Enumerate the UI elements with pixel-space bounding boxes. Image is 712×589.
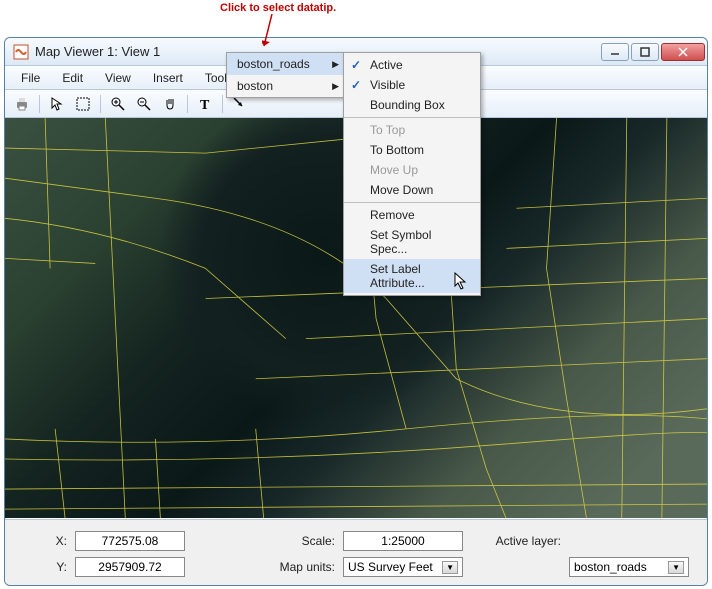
toolbar-separator	[39, 95, 40, 113]
layer-item-boston[interactable]: boston▶	[227, 75, 343, 97]
mapunits-select[interactable]: US Survey Feet▼	[343, 557, 463, 577]
menu-separator	[344, 117, 480, 118]
window-controls	[601, 43, 705, 61]
pointer-button[interactable]	[46, 93, 68, 115]
y-value[interactable]: 2957909.72	[75, 557, 185, 577]
menu-edit[interactable]: Edit	[52, 68, 93, 88]
text-button[interactable]: T	[194, 93, 216, 115]
submenu-arrow-icon: ▶	[332, 81, 339, 92]
svg-text:T: T	[200, 98, 210, 112]
scale-label: Scale:	[267, 534, 335, 548]
menu-remove[interactable]: Remove	[344, 205, 480, 225]
x-label: X:	[19, 534, 67, 548]
annotation-arrow	[262, 14, 282, 54]
menu-insert[interactable]: Insert	[143, 68, 193, 88]
select-area-button[interactable]	[72, 93, 94, 115]
zoom-out-button[interactable]	[133, 93, 155, 115]
menu-separator	[344, 202, 480, 203]
dropdown-icon: ▼	[442, 561, 458, 574]
maximize-button[interactable]	[631, 43, 659, 61]
menu-visible[interactable]: ✓Visible	[344, 75, 480, 95]
mapunits-label: Map units:	[267, 560, 335, 574]
dropdown-icon: ▼	[668, 561, 684, 574]
check-icon: ✓	[351, 78, 361, 92]
menu-move-up: Move Up	[344, 160, 480, 180]
menu-set-symbol-spec[interactable]: Set Symbol Spec...	[344, 225, 480, 259]
close-button[interactable]	[661, 43, 705, 61]
print-button[interactable]	[11, 93, 33, 115]
status-bar: X: 772575.08 Scale: 1:25000 Active layer…	[5, 519, 707, 585]
activelayer-label: Active layer:	[471, 534, 561, 548]
menu-to-top: To Top	[344, 120, 480, 140]
y-label: Y:	[19, 560, 67, 574]
activelayer-select[interactable]: boston_roads▼	[569, 557, 689, 577]
pan-button[interactable]	[159, 93, 181, 115]
menu-file[interactable]: File	[11, 68, 50, 88]
layer-context-menu: ✓Active ✓Visible Bounding Box To Top To …	[343, 52, 481, 296]
layers-submenu: boston_roads▶ boston▶	[226, 52, 344, 98]
toolbar-separator	[222, 95, 223, 113]
menu-move-down[interactable]: Move Down	[344, 180, 480, 200]
x-value[interactable]: 772575.08	[75, 531, 185, 551]
menu-view[interactable]: View	[95, 68, 141, 88]
menu-to-bottom[interactable]: To Bottom	[344, 140, 480, 160]
cursor-icon	[454, 272, 470, 292]
toolbar-separator	[187, 95, 188, 113]
menu-active[interactable]: ✓Active	[344, 55, 480, 75]
layer-item-boston-roads[interactable]: boston_roads▶	[227, 53, 343, 75]
minimize-button[interactable]	[601, 43, 629, 61]
toolbar-separator	[100, 95, 101, 113]
annotation-text: Click to select datatip.	[220, 2, 336, 14]
scale-value[interactable]: 1:25000	[343, 531, 463, 551]
zoom-in-button[interactable]	[107, 93, 129, 115]
check-icon: ✓	[351, 58, 361, 72]
menu-bounding-box[interactable]: Bounding Box	[344, 95, 480, 115]
app-icon	[13, 44, 29, 60]
submenu-arrow-icon: ▶	[332, 59, 339, 70]
